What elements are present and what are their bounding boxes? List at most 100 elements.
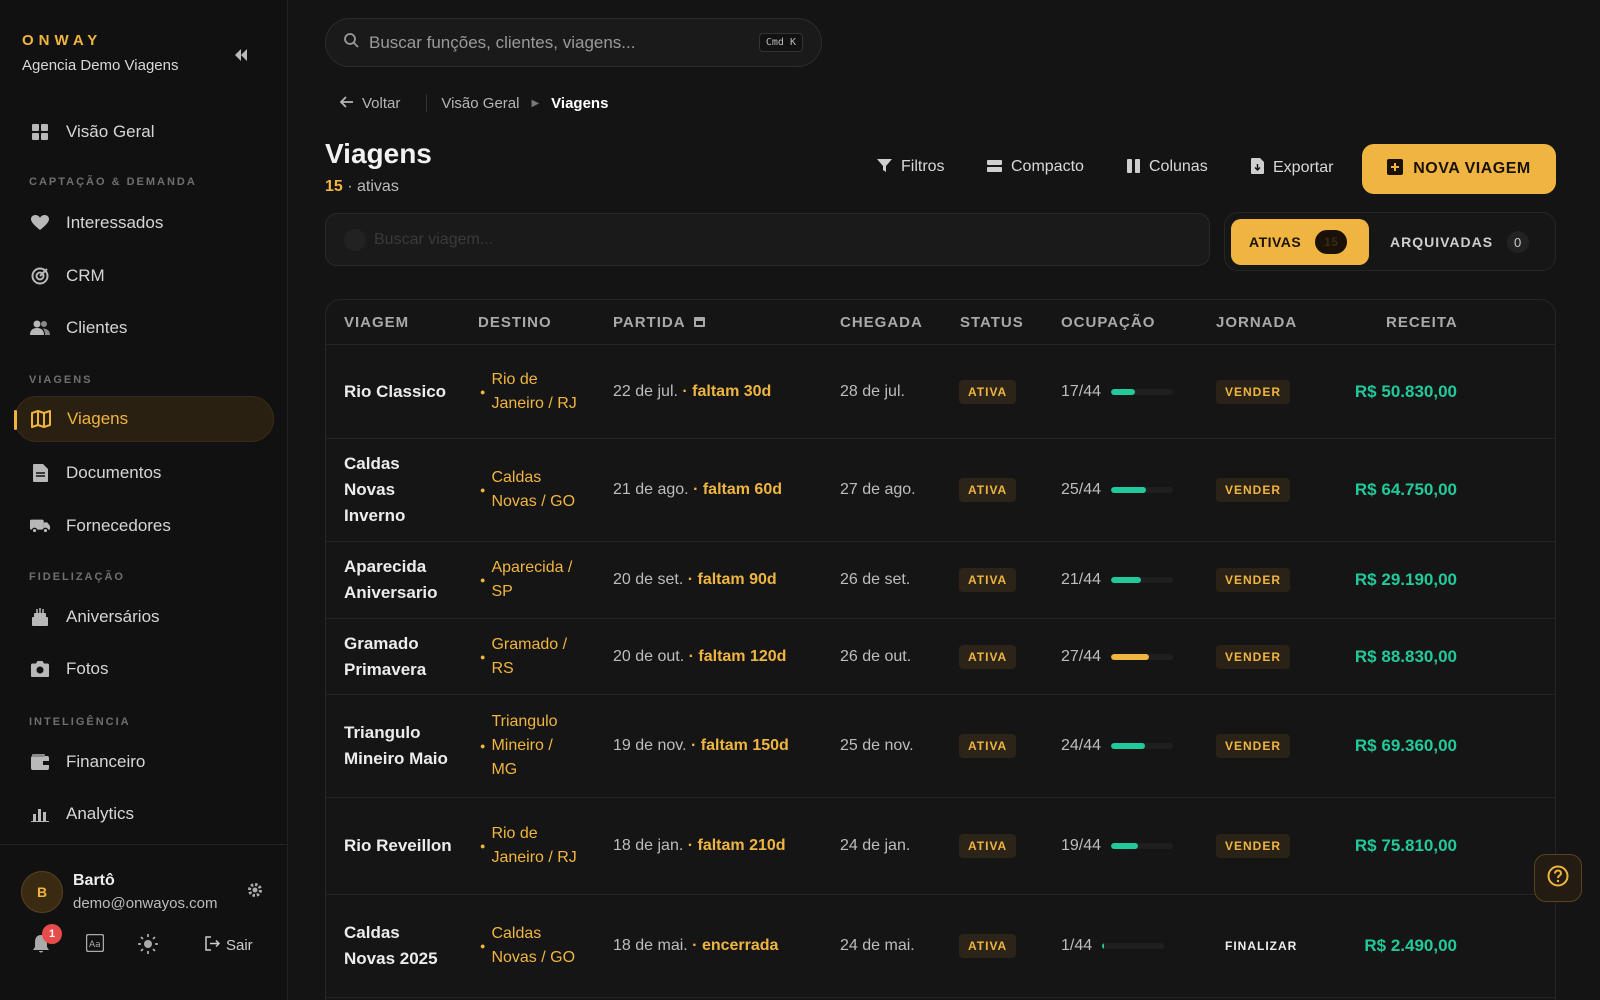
tab-active[interactable]: ATIVAS 15 xyxy=(1231,219,1369,265)
logout-button[interactable]: Sair xyxy=(205,936,253,955)
trip-revenue: R$ 2.490,00 xyxy=(1364,936,1457,955)
destination-text: Aparecida / SP xyxy=(491,559,573,600)
sidebar-item-analytics[interactable]: Analytics xyxy=(14,791,274,837)
table-row[interactable]: Rio Reveillon ● Rio de Janeiro / RJ 18 de j… xyxy=(326,798,1555,895)
journey-action[interactable]: VENDER xyxy=(1216,478,1291,502)
trip-destination: ● Caldas Novas / GO xyxy=(480,466,580,514)
trip-name[interactable]: Caldas Novas Inverno xyxy=(344,451,454,529)
table-row[interactable]: Aparecida Aniversario ● Aparecida / SP 20 d… xyxy=(326,542,1555,619)
departure-countdown: · encerrada xyxy=(692,937,779,954)
document-icon xyxy=(30,463,50,483)
calendar-icon xyxy=(693,314,705,331)
back-button[interactable]: Voltar xyxy=(339,95,400,112)
columns-button[interactable]: Colunas xyxy=(1127,158,1208,176)
table-row[interactable]: Caldas Novas Inverno ● Caldas Novas / GO 21… xyxy=(326,439,1555,542)
active-count: 15 xyxy=(325,178,343,195)
filters-button[interactable]: Filtros xyxy=(877,158,945,176)
sidebar-item-financeiro[interactable]: Financeiro xyxy=(14,739,274,785)
status-badge: ATIVA xyxy=(959,834,1017,858)
sun-icon[interactable] xyxy=(138,934,158,959)
trip-departure: 20 de out. · faltam 120d xyxy=(613,648,786,666)
status-badge: ATIVA xyxy=(959,644,1017,669)
sidebar-item-documentos[interactable]: Documentos xyxy=(14,450,274,496)
table-row[interactable]: Triangulo Mineiro Maio ● Triangulo Mineiro… xyxy=(326,695,1555,798)
trip-name[interactable]: Triangulo Mineiro Maio xyxy=(344,720,454,772)
trip-revenue: R$ 88.830,00 xyxy=(1354,646,1457,666)
trip-name[interactable]: Rio Classico xyxy=(344,379,454,405)
breadcrumb-current: Viagens xyxy=(551,94,609,112)
sidebar-item-clientes[interactable]: Clientes xyxy=(14,305,274,351)
search-icon xyxy=(344,33,359,52)
journey-action[interactable]: VENDER xyxy=(1216,644,1291,669)
trip-destination: ● Rio de Janeiro / RJ xyxy=(480,822,580,870)
sidebar-item-aniversarios[interactable]: Aniversários xyxy=(14,594,274,640)
departure-date: 18 de mai. xyxy=(613,937,688,954)
occupancy-bar xyxy=(1111,388,1174,395)
target-icon xyxy=(30,266,50,286)
trip-search-input[interactable]: Buscar viagem... xyxy=(325,213,1210,266)
help-button[interactable] xyxy=(1534,854,1582,902)
gear-icon[interactable] xyxy=(246,881,264,904)
departure-date: 19 de nov. xyxy=(613,737,687,754)
trip-occupancy: 27/44 xyxy=(1061,648,1174,666)
column-header-chegada[interactable]: CHEGADA xyxy=(840,314,923,331)
sidebar-item-crm[interactable]: CRM xyxy=(14,253,274,299)
column-header-partida[interactable]: PARTIDA xyxy=(613,314,705,331)
departure-date: 21 de ago. xyxy=(613,481,689,498)
trip-arrival: 26 de out. xyxy=(840,647,912,665)
sidebar-item-label: Fotos xyxy=(66,659,109,678)
sidebar-item-label: Aniversários xyxy=(66,607,160,626)
global-search-input[interactable]: Buscar funções, clientes, viagens... Cmd… xyxy=(325,18,822,67)
section-label-viagens: VIAGENS xyxy=(29,374,93,386)
trip-revenue: R$ 50.830,00 xyxy=(1354,381,1457,401)
trip-name[interactable]: Caldas Novas 2025 xyxy=(344,920,454,972)
departure-countdown: · faltam 60d xyxy=(693,481,782,498)
trip-name[interactable]: Aparecida Aniversario xyxy=(344,554,454,606)
journey-action[interactable]: VENDER xyxy=(1216,734,1291,758)
sidebar-item-label: Clientes xyxy=(66,318,128,337)
occupancy-text: 1/44 xyxy=(1061,937,1093,954)
trip-name[interactable]: Rio Reveillon xyxy=(344,833,454,859)
translate-icon[interactable]: Aa xyxy=(85,933,105,957)
journey-action[interactable]: VENDER xyxy=(1216,834,1291,858)
column-header-destino[interactable]: DESTINO xyxy=(478,314,552,331)
sidebar-item-fotos[interactable]: Fotos xyxy=(14,646,274,692)
column-header-partida-label: PARTIDA xyxy=(613,314,686,331)
grid-icon xyxy=(30,122,50,142)
column-header-ocupacao[interactable]: OCUPAÇÃO xyxy=(1061,314,1155,331)
journey-action[interactable]: VENDER xyxy=(1216,379,1291,404)
tab-active-label: ATIVAS xyxy=(1249,234,1302,250)
breadcrumb: Voltar Visão Geral ▶ Viagens xyxy=(339,94,609,112)
table-row[interactable]: Gramado Primavera ● Gramado / RS 20 de out.… xyxy=(326,619,1555,695)
column-header-viagem[interactable]: VIAGEM xyxy=(344,314,409,331)
trip-revenue: R$ 75.810,00 xyxy=(1354,836,1457,855)
table-row[interactable]: Caldas Novas 2025 ● Caldas Novas / GO 18 de… xyxy=(326,895,1555,998)
journey-action[interactable]: FINALIZAR xyxy=(1216,934,1306,958)
column-header-receita[interactable]: RECEITA xyxy=(1386,314,1458,331)
trip-occupancy: 17/44 xyxy=(1061,383,1174,401)
trip-name[interactable]: Gramado Primavera xyxy=(344,631,454,683)
tab-archived-count: 0 xyxy=(1507,231,1530,253)
sidebar-item-interessados[interactable]: Interessados xyxy=(14,200,274,246)
breadcrumb-parent[interactable]: Visão Geral xyxy=(441,95,519,112)
journey-action[interactable]: VENDER xyxy=(1216,568,1291,592)
sidebar-item-fornecedores[interactable]: Fornecedores xyxy=(14,503,274,549)
column-header-jornada[interactable]: JORNADA xyxy=(1216,314,1297,331)
sidebar-item-overview[interactable]: Visão Geral xyxy=(14,109,274,155)
new-trip-button[interactable]: NOVA VIAGEM xyxy=(1362,144,1556,194)
column-header-status[interactable]: STATUS xyxy=(960,314,1024,331)
sidebar-item-label: Financeiro xyxy=(66,752,146,771)
table-row[interactable]: Rio Classico ● Rio de Janeiro / RJ 22 de ju… xyxy=(326,345,1555,439)
collapse-sidebar-icon[interactable] xyxy=(232,46,250,64)
sidebar-item-viagens[interactable]: Viagens xyxy=(14,396,274,442)
export-button[interactable]: Exportar xyxy=(1251,158,1333,177)
brand-logo-text: ONWAY xyxy=(22,32,103,49)
occupancy-bar xyxy=(1111,743,1174,749)
logout-label: Sair xyxy=(226,937,253,954)
avatar[interactable]: B xyxy=(21,871,63,913)
tab-active-count: 15 xyxy=(1315,230,1348,254)
trip-departure: 18 de mai. · encerrada xyxy=(613,937,778,955)
compact-button[interactable]: Compacto xyxy=(987,158,1084,176)
page-title: Viagens xyxy=(325,138,432,169)
tab-archived[interactable]: ARQUIVADAS 0 xyxy=(1390,231,1530,253)
